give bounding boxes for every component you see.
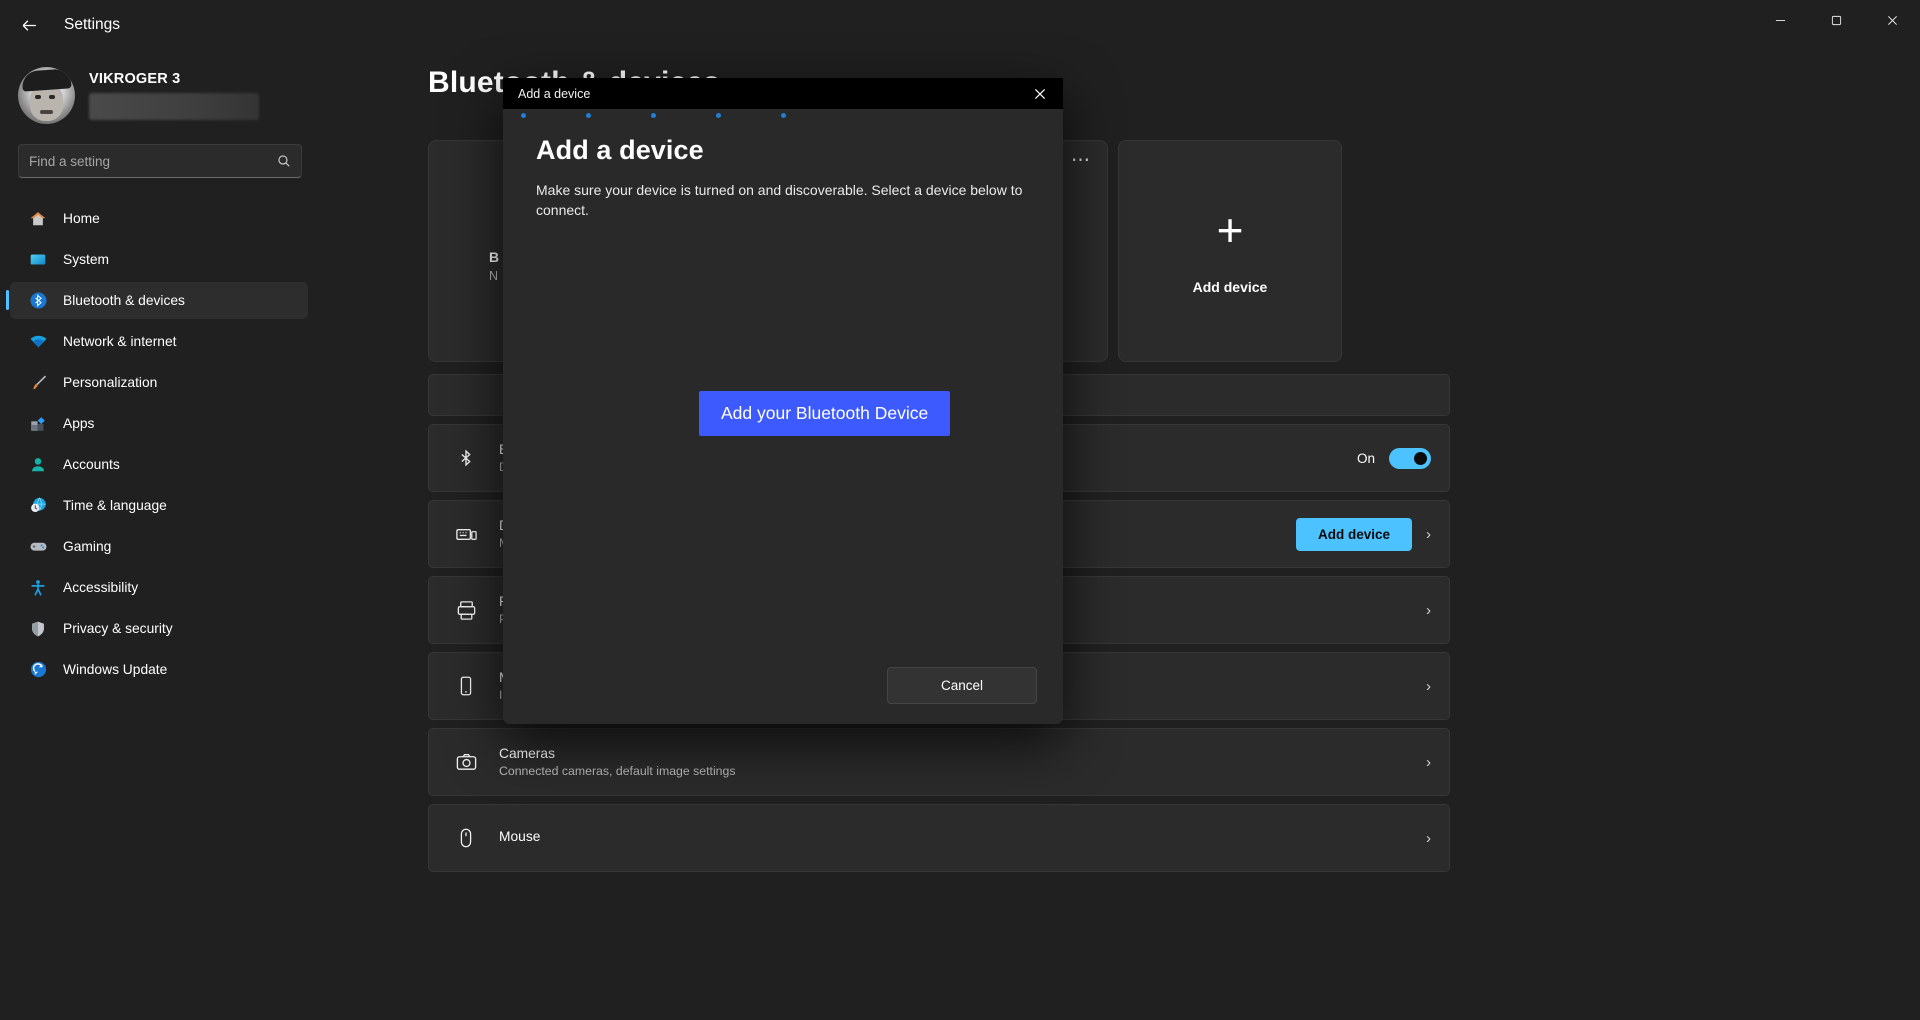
- dialog-close-button[interactable]: [1017, 78, 1063, 109]
- dialog-titlebar-title: Add a device: [518, 86, 591, 101]
- dialog-titlebar: Add a device: [503, 78, 1063, 109]
- settings-window: Settings VIKROGER 3 Find a setting Home …: [0, 0, 1920, 1020]
- close-icon: [1034, 88, 1046, 99]
- dialog-footer: Cancel: [503, 646, 1063, 724]
- add-a-device-dialog: Add a device Add a device Make sure your…: [503, 78, 1063, 724]
- progress-dot: [651, 112, 656, 118]
- cancel-button[interactable]: Cancel: [887, 666, 1037, 704]
- add-bluetooth-device-button[interactable]: Add your Bluetooth Device: [699, 391, 951, 436]
- dialog-description: Make sure your device is turned on and d…: [536, 182, 1023, 219]
- dialog-body: Add a device Make sure your device is tu…: [503, 121, 1063, 646]
- progress-dots: [503, 109, 1063, 121]
- progress-dot: [521, 112, 526, 118]
- dialog-heading: Add a device: [536, 135, 704, 165]
- progress-dot: [586, 112, 591, 118]
- progress-dot: [781, 112, 786, 118]
- progress-dot: [716, 112, 721, 118]
